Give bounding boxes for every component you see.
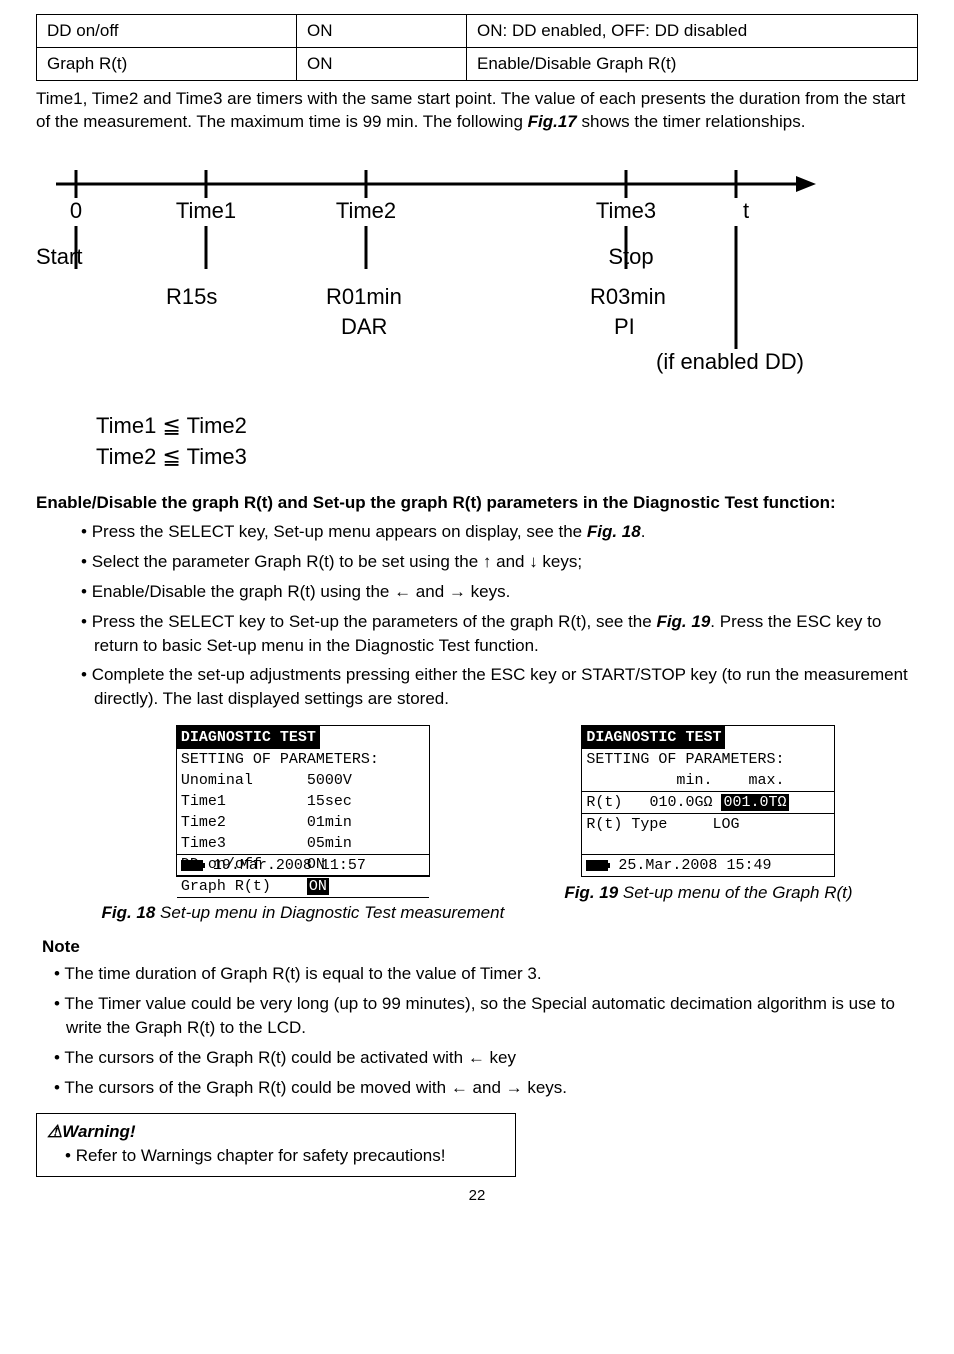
lcd-title: DIAGNOSTIC TEST xyxy=(582,726,725,749)
step-item: Enable/Disable the graph R(t) using the … xyxy=(36,580,918,604)
lcd-statusbar: 25.Mar.2008 15:49 xyxy=(582,854,834,876)
fig-ref: Fig.17 xyxy=(528,112,577,131)
svg-text:Time3: Time3 xyxy=(596,198,656,223)
note-heading: Note xyxy=(42,935,918,959)
warning-heading: ⚠Warning! xyxy=(47,1120,505,1144)
page-number: 22 xyxy=(36,1185,918,1206)
svg-text:R15s: R15s xyxy=(166,284,217,309)
svg-text:R01min: R01min xyxy=(326,284,402,309)
note-item: The cursors of the Graph R(t) could be m… xyxy=(36,1076,918,1100)
section-heading: Enable/Disable the graph R(t) and Set-up… xyxy=(36,491,918,515)
svg-text:Stop: Stop xyxy=(608,244,653,269)
intro-paragraph: Time1, Time2 and Time3 are timers with t… xyxy=(36,87,918,135)
lcd-row-selected: Graph R(t) ON xyxy=(177,876,429,898)
battery-icon xyxy=(181,860,203,871)
warning-box: ⚠Warning! • Refer to Warnings chapter fo… xyxy=(36,1113,516,1177)
lcd-subtitle: SETTING OF PARAMETERS: xyxy=(582,749,834,770)
lcd-row: Time2 01min xyxy=(177,812,429,833)
lcd-row: Unominal 5000V xyxy=(177,770,429,791)
warning-text: Refer to Warnings chapter for safety pre… xyxy=(76,1146,446,1165)
svg-text:Time2: Time2 xyxy=(336,198,396,223)
param-value: ON xyxy=(297,15,467,48)
lcd-timestamp: 19.Mar.2008 11:57 xyxy=(213,855,366,876)
relation-line: Time2 ≦ Time3 xyxy=(96,442,918,473)
note-item: The time duration of Graph R(t) is equal… xyxy=(36,962,918,986)
lcd-title: DIAGNOSTIC TEST xyxy=(177,726,320,749)
step-item: Complete the set-up adjustments pressing… xyxy=(36,663,918,711)
param-value: ON xyxy=(297,47,467,80)
step-item: Press the SELECT key, Set-up menu appear… xyxy=(36,520,918,544)
table-row: DD on/off ON ON: DD enabled, OFF: DD dis… xyxy=(37,15,918,48)
lcd-timestamp: 25.Mar.2008 15:49 xyxy=(618,855,771,876)
time-relations: Time1 ≦ Time2 Time2 ≦ Time3 xyxy=(96,411,918,473)
intro-text: shows the timer relationships. xyxy=(577,112,806,131)
svg-text:t: t xyxy=(743,198,749,223)
param-name: DD on/off xyxy=(37,15,297,48)
timeline-diagram: 0 Time1 Time2 Time3 t Start Stop R15s R0… xyxy=(36,154,916,384)
table-row: Graph R(t) ON Enable/Disable Graph R(t) xyxy=(37,47,918,80)
param-desc: Enable/Disable Graph R(t) xyxy=(467,47,918,80)
lcd-subtitle: SETTING OF PARAMETERS: xyxy=(177,749,429,770)
figure-caption: Fig. 19 Set-up menu of the Graph R(t) xyxy=(564,881,852,905)
lcd-fig18: DIAGNOSTIC TEST SETTING OF PARAMETERS: U… xyxy=(176,725,430,877)
fig-ref: Fig. 19 xyxy=(656,612,710,631)
svg-text:R03min: R03min xyxy=(590,284,666,309)
svg-text:PI: PI xyxy=(614,314,635,339)
param-desc: ON: DD enabled, OFF: DD disabled xyxy=(467,15,918,48)
fig-ref: Fig. 18 xyxy=(587,522,641,541)
note-item: The cursors of the Graph R(t) could be a… xyxy=(36,1046,918,1070)
svg-text:(if enabled DD): (if enabled DD) xyxy=(656,349,804,374)
parameter-table: DD on/off ON ON: DD enabled, OFF: DD dis… xyxy=(36,14,918,81)
param-name: Graph R(t) xyxy=(37,47,297,80)
relation-line: Time1 ≦ Time2 xyxy=(96,411,918,442)
lcd-row: Time1 15sec xyxy=(177,791,429,812)
battery-icon xyxy=(586,860,608,871)
lcd-row: R(t) Type LOG xyxy=(582,814,834,835)
notes-list: The time duration of Graph R(t) is equal… xyxy=(36,962,918,1099)
step-item: Select the parameter Graph R(t) to be se… xyxy=(36,550,918,574)
svg-text:Time1: Time1 xyxy=(176,198,236,223)
note-item: The Timer value could be very long (up t… xyxy=(36,992,918,1040)
lcd-column-headers: min. max. xyxy=(582,770,834,792)
svg-text:Start: Start xyxy=(36,244,82,269)
lcd-fig19: DIAGNOSTIC TEST SETTING OF PARAMETERS: m… xyxy=(581,725,835,877)
svg-text:0: 0 xyxy=(70,198,82,223)
step-item: Press the SELECT key to Set-up the param… xyxy=(36,610,918,658)
lcd-row: R(t) 010.0GΩ 001.0TΩ xyxy=(582,792,834,814)
svg-text:DAR: DAR xyxy=(341,314,387,339)
lcd-statusbar: 19.Mar.2008 11:57 xyxy=(177,854,429,876)
lcd-row: Time3 05min xyxy=(177,833,429,854)
steps-list: Press the SELECT key, Set-up menu appear… xyxy=(36,520,918,711)
figure-caption: Fig. 18 Set-up menu in Diagnostic Test m… xyxy=(101,901,504,925)
